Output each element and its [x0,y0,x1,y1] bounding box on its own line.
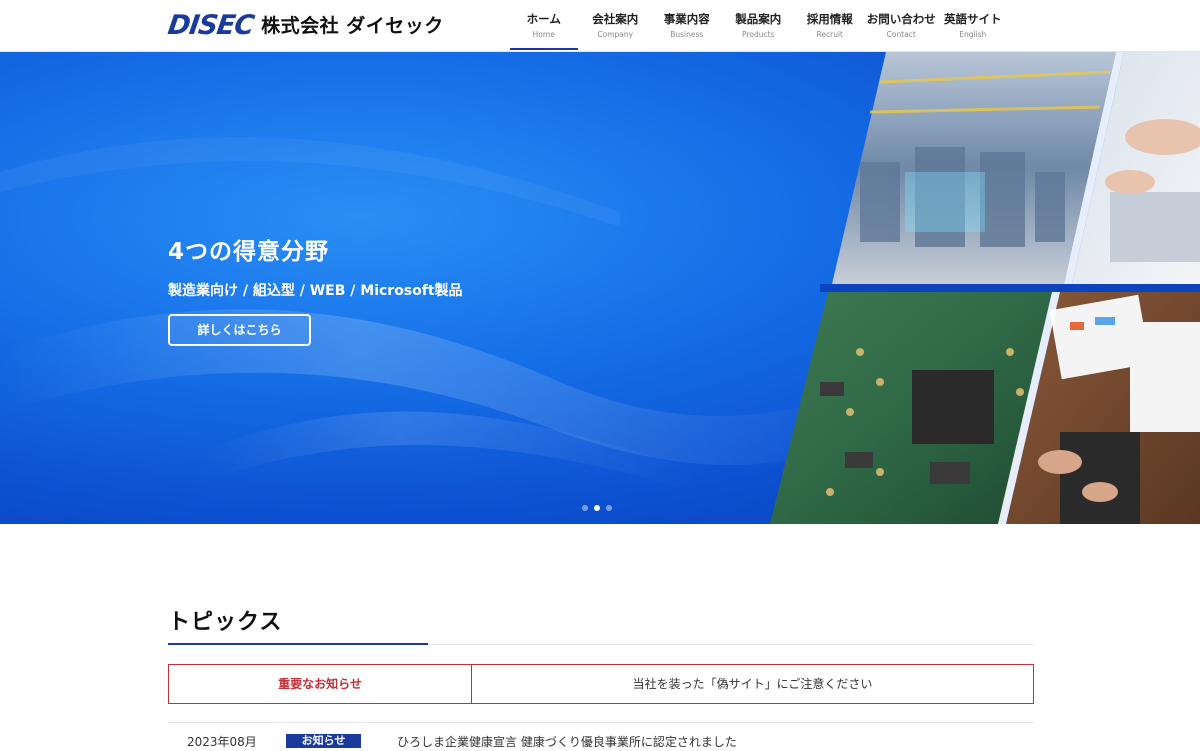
slider-dot-active[interactable] [594,505,600,511]
news-category-badge: お知らせ [286,734,361,748]
news-title-link[interactable]: ひろしま企業健康宣言 健康づくり優良事業所に認定されました [397,733,737,750]
nav-label: お問い合わせ [866,12,936,26]
nav-item-home[interactable]: ホーム Home [508,0,580,52]
nav-item-recruit[interactable]: 採用情報 Recruit [794,0,866,52]
nav-label: 会社案内 [592,12,639,26]
nav-item-company[interactable]: 会社案内 Company [580,0,652,52]
nav-sublabel: Business [670,30,704,39]
nav-sublabel: Company [597,30,634,39]
site-header: DISEC 株式会社 ダイセック ホーム Home 会社案内 Company 事… [0,0,1200,52]
news-divider [168,722,1034,723]
nav-label: 採用情報 [806,12,853,26]
nav-item-business[interactable]: 事業内容 Business [651,0,723,52]
nav-item-contact[interactable]: お問い合わせ Contact [866,0,938,52]
nav-item-english[interactable]: 英語サイト English [937,0,1009,52]
nav-sublabel: Products [742,30,775,39]
nav-sublabel: Contact [886,30,916,39]
nav-sublabel: English [959,30,987,39]
news-date: 2023年08月 [187,734,257,749]
notice-link[interactable]: 当社を装った「偽サイト」にご注意ください [472,665,1033,703]
nav-label: ホーム [526,12,561,26]
nav-label: 事業内容 [663,12,710,26]
logo-company-name: 株式会社 ダイセック [261,15,444,37]
nav-sublabel: Recruit [816,30,843,39]
nav-label: 英語サイト [944,12,1002,26]
logo-mark: DISEC [165,10,256,41]
slider-pagination [582,505,612,511]
nav-label: 製品案内 [735,12,782,26]
hero-subtitle: 製造業向け / 組込型 / WEB / Microsoft製品 [168,283,463,299]
nav-sublabel: Home [532,30,555,39]
slider-dot[interactable] [582,505,588,511]
news-item[interactable]: 2023年08月 お知らせ ひろしま企業健康宣言 健康づくり優良事業所に認定され… [168,731,1034,751]
slider-dot[interactable] [606,505,612,511]
hero-title: 4つの得意分野 [168,239,330,265]
important-notice[interactable]: 重要なお知らせ 当社を装った「偽サイト」にご注意ください [168,664,1034,704]
hero-details-button[interactable]: 詳しくはこちら [168,314,311,346]
global-nav: ホーム Home 会社案内 Company 事業内容 Business 製品案内… [508,0,1009,52]
hero-slider: 4つの得意分野 製造業向け / 組込型 / WEB / Microsoft製品 … [0,52,1200,524]
topics-divider-accent [168,643,428,645]
site-logo[interactable]: DISEC 株式会社 ダイセック [165,10,444,41]
topics-heading: トピックス [168,610,283,635]
notice-label: 重要なお知らせ [169,665,472,703]
nav-item-products[interactable]: 製品案内 Products [723,0,795,52]
